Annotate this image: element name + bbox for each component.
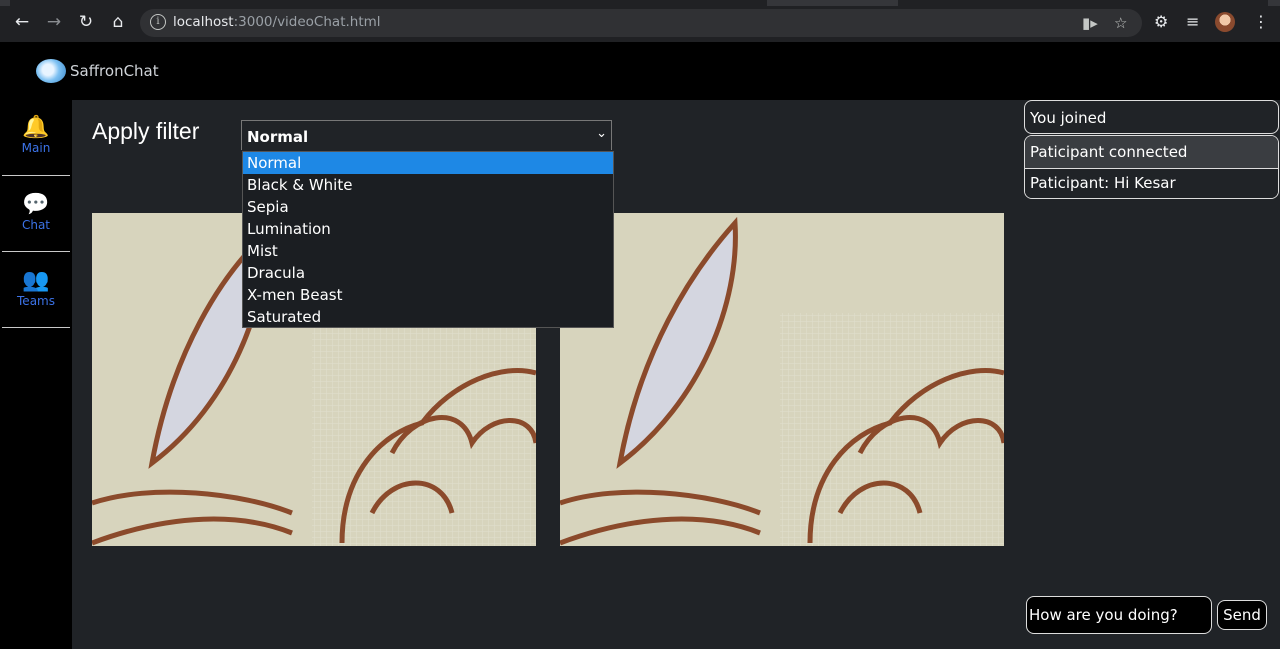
url-host: localhost [173, 14, 234, 30]
chat-bubbles-icon: 💬 [22, 192, 50, 217]
chat-message: Paticipant: Hi Kesar [1025, 169, 1278, 198]
filter-select[interactable]: Normal ⌄ [241, 120, 612, 150]
url-text[interactable]: localhost:3000/videoChat.html [173, 14, 381, 30]
camera-icon[interactable]: ▮▸ [1082, 14, 1098, 32]
sidebar-divider [2, 251, 70, 252]
filter-option-black-white[interactable]: Black & White [243, 174, 613, 196]
sidebar-item-chat[interactable]: 💬 Chat [0, 192, 72, 232]
sidebar-item-label: Chat [21, 218, 51, 232]
address-bar[interactable]: i localhost:3000/videoChat.html ▮▸ ☆ [140, 9, 1142, 37]
browser-tab[interactable] [898, 0, 1268, 6]
filter-dropdown-list: Normal Black & White Sepia Lumination Mi… [242, 151, 614, 328]
filter-option-mist[interactable]: Mist [243, 240, 613, 262]
filter-option-lumination[interactable]: Lumination [243, 218, 613, 240]
filter-option-dracula[interactable]: Dracula [243, 262, 613, 284]
remote-video [560, 213, 1004, 546]
filter-option-sepia[interactable]: Sepia [243, 196, 613, 218]
sidebar-item-main[interactable]: 🔔 Main [0, 115, 72, 155]
app-header [0, 42, 1280, 100]
chat-message-group: Paticipant connected Paticipant: Hi Kesa… [1024, 135, 1279, 199]
puzzle-icon[interactable]: ⚙ [1154, 12, 1168, 31]
sidebar-item-label: Teams [17, 294, 55, 308]
chat-message: You joined [1024, 100, 1279, 134]
message-input[interactable] [1026, 596, 1212, 634]
sidebar-item-teams[interactable]: 👥 Teams [0, 268, 72, 308]
profile-avatar[interactable] [1215, 12, 1235, 32]
back-icon[interactable]: ← [12, 12, 32, 32]
sidebar-divider [2, 327, 70, 328]
filter-option-normal[interactable]: Normal [243, 152, 613, 174]
filter-option-saturated[interactable]: Saturated [243, 306, 613, 328]
kebab-menu-icon[interactable]: ⋮ [1253, 12, 1269, 31]
media-icon[interactable]: ≡ [1186, 12, 1199, 31]
chat-message: Paticipant connected [1025, 136, 1278, 169]
reload-icon[interactable]: ↻ [76, 12, 96, 32]
sidebar [0, 100, 72, 649]
home-icon[interactable]: ⌂ [108, 12, 128, 32]
info-icon[interactable]: i [150, 14, 166, 30]
tab-strip [0, 0, 1280, 6]
brand-name: SaffronChat [70, 62, 159, 80]
filter-selected-value: Normal [247, 128, 309, 146]
logo-icon [36, 59, 66, 83]
sidebar-divider [2, 175, 70, 176]
filter-option-xmen-beast[interactable]: X-men Beast [243, 284, 613, 306]
team-icon: 👥 [22, 268, 50, 293]
browser-tab[interactable] [10, 0, 767, 6]
filter-label: Apply filter [92, 118, 200, 144]
chevron-down-icon: ⌄ [596, 126, 607, 141]
url-path: :3000/videoChat.html [233, 14, 381, 30]
sidebar-item-label: Main [21, 141, 51, 155]
forward-icon[interactable]: → [44, 12, 64, 32]
star-icon[interactable]: ☆ [1114, 14, 1127, 32]
send-button[interactable]: Send [1217, 600, 1267, 630]
bell-icon: 🔔 [22, 115, 50, 140]
